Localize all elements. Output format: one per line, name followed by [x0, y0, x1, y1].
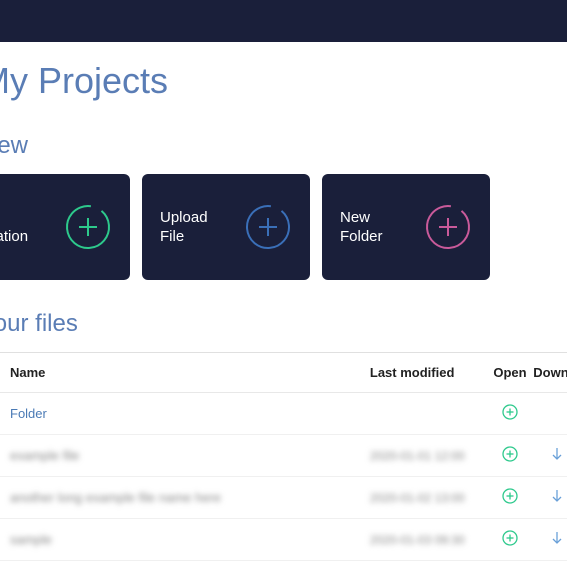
file-modified: 2020-01-01 12:00 — [370, 449, 487, 463]
section-new-header: New — [0, 132, 567, 160]
open-cell — [487, 404, 534, 423]
upload-file-label: UploadFile — [160, 208, 244, 247]
new-simulation-card[interactable]: NewSimulation — [0, 174, 130, 280]
file-modified: 2020-01-02 13:00 — [370, 491, 487, 505]
top-bar — [0, 0, 567, 42]
open-plus-icon[interactable] — [502, 446, 518, 462]
download-arrow-icon[interactable] — [549, 488, 565, 504]
download-arrow-icon[interactable] — [549, 530, 565, 546]
table-row: example file2020-01-01 12:00 — [0, 435, 567, 477]
file-name-link[interactable]: sample — [10, 532, 370, 547]
file-name-link[interactable]: example file — [10, 448, 370, 463]
table-row: sample2020-01-03 09:30 — [0, 519, 567, 561]
col-header-open: Open — [487, 365, 534, 380]
file-name-link[interactable]: Folder — [10, 406, 370, 421]
download-cell — [533, 530, 567, 549]
download-cell — [533, 488, 567, 507]
plus-icon — [244, 203, 292, 251]
new-folder-label: NewFolder — [340, 208, 424, 247]
table-row: another long example file name here2020-… — [0, 477, 567, 519]
new-folder-card[interactable]: NewFolder — [322, 174, 490, 280]
page-title: My Projects — [0, 42, 567, 102]
files-table: Name Last modified Open Down Folder examp… — [0, 352, 567, 561]
open-cell — [487, 488, 534, 507]
download-arrow-icon[interactable] — [549, 446, 565, 462]
file-modified: 2020-01-03 09:30 — [370, 533, 487, 547]
open-plus-icon[interactable] — [502, 404, 518, 420]
open-cell — [487, 530, 534, 549]
table-header: Name Last modified Open Down — [0, 353, 567, 393]
open-plus-icon[interactable] — [502, 488, 518, 504]
table-row: Folder — [0, 393, 567, 435]
upload-file-card[interactable]: UploadFile — [142, 174, 310, 280]
col-header-download: Down — [533, 365, 567, 380]
plus-icon — [64, 203, 112, 251]
download-cell — [533, 446, 567, 465]
plus-icon — [424, 203, 472, 251]
action-cards-row: NewSimulation UploadFile NewFolder — [0, 174, 567, 280]
section-files-header: Your files — [0, 310, 567, 338]
open-cell — [487, 446, 534, 465]
col-header-modified: Last modified — [370, 365, 487, 380]
open-plus-icon[interactable] — [502, 530, 518, 546]
col-header-name: Name — [10, 365, 370, 380]
file-name-link[interactable]: another long example file name here — [10, 490, 370, 505]
new-simulation-label: NewSimulation — [0, 208, 64, 247]
